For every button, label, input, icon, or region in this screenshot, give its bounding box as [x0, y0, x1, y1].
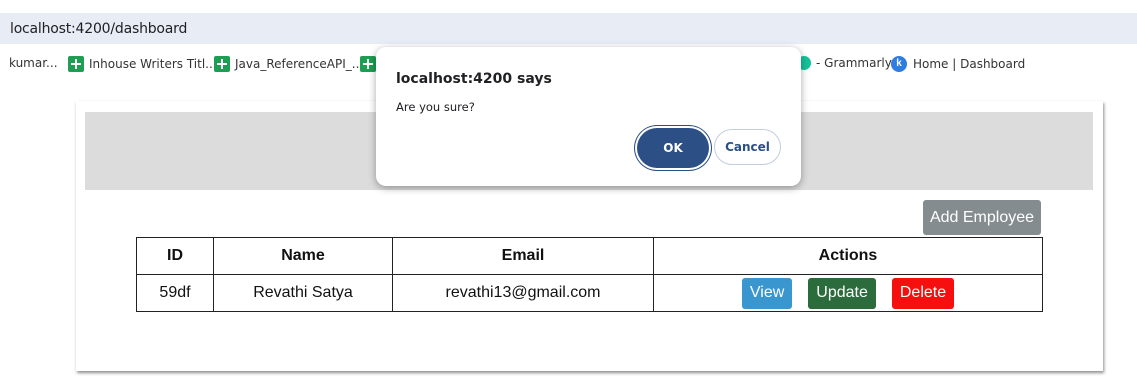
header-id: ID [136, 237, 214, 275]
header-email: Email [392, 237, 654, 275]
bookmark-label: Java_ReferenceAPI_... [235, 57, 364, 71]
bookmark-label: Inhouse Writers Titl... [89, 57, 217, 71]
bookmark-label: Home | Dashboard [913, 57, 1026, 71]
bookmark-kumar[interactable]: kumar... [9, 56, 58, 70]
ok-button[interactable]: OK [637, 128, 709, 168]
bookmark-java-reference[interactable]: Java_ReferenceAPI_... [214, 56, 363, 72]
cell-name: Revathi Satya [213, 274, 393, 312]
cell-email: revathi13@gmail.com [392, 274, 654, 312]
sheets-icon [360, 56, 376, 72]
sheets-icon [68, 56, 84, 72]
dialog-title: localhost:4200 says [396, 71, 552, 87]
bookmark-grammarly[interactable]: - Grammarly [797, 56, 892, 70]
employee-table: ID Name Email Actions 59df Revathi Satya… [136, 237, 1043, 312]
cell-id: 59df [136, 274, 214, 312]
delete-button[interactable]: Delete [891, 277, 955, 309]
address-bar[interactable]: localhost:4200/dashboard [0, 13, 1137, 44]
bookmark-label: - Grammarly [816, 56, 892, 70]
bookmark-label: kumar... [9, 56, 58, 70]
k-icon: k [891, 56, 907, 72]
table-header-row: ID Name Email Actions [136, 237, 1043, 275]
cancel-button[interactable]: Cancel [714, 129, 781, 165]
cell-actions: View Update Delete [653, 274, 1043, 312]
url-text[interactable]: localhost:4200/dashboard [10, 21, 187, 37]
bookmark-home-dashboard[interactable]: k Home | Dashboard [891, 56, 1025, 72]
confirm-dialog: localhost:4200 says Are you sure? OK Can… [376, 47, 801, 186]
table-row: 59df Revathi Satya revathi13@gmail.com V… [136, 274, 1043, 312]
view-button[interactable]: View [741, 277, 793, 309]
add-employee-button[interactable]: Add Employee [923, 200, 1041, 235]
sheets-icon [214, 56, 230, 72]
dialog-message: Are you sure? [396, 100, 475, 114]
header-actions: Actions [653, 237, 1043, 275]
bookmark-inhouse-writers[interactable]: Inhouse Writers Titl... [68, 56, 217, 72]
update-button[interactable]: Update [808, 277, 876, 309]
header-name: Name [213, 237, 393, 275]
